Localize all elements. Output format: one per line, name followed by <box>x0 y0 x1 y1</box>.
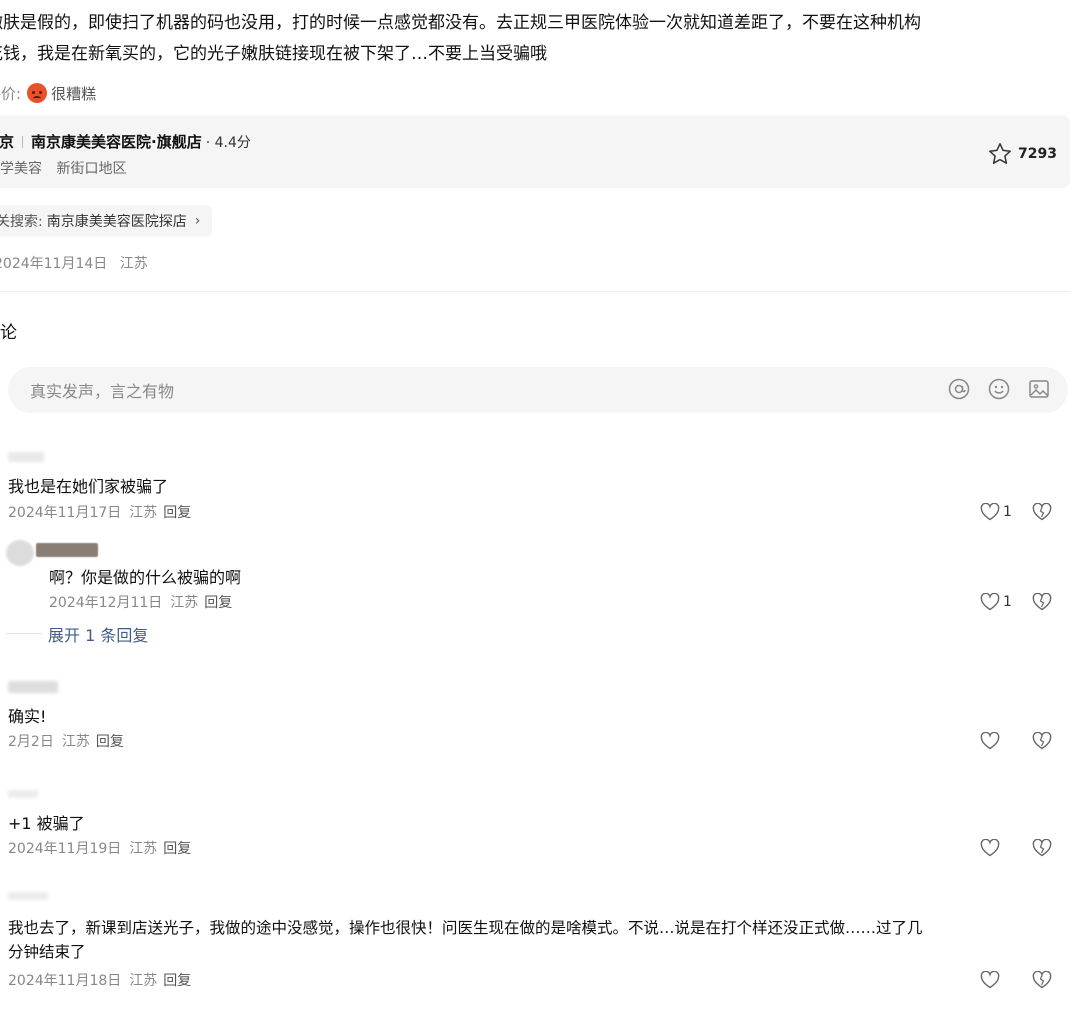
angry-face-icon <box>27 83 48 103</box>
shop-title[interactable]: 南京 南京康美美容医院·旗舰店 · 4.4分 <box>0 131 251 152</box>
heart-icon <box>980 839 1000 857</box>
dislike-button[interactable] <box>1032 839 1052 857</box>
shop-area: 新街口地区 <box>56 161 127 177</box>
post-body: 嫩肤是假的，即使扫了机器的码也没用，打的时候一点感觉都没有。去正规三甲医院体验一… <box>0 8 1080 70</box>
broken-heart-icon <box>1032 503 1052 521</box>
avatar[interactable] <box>8 452 44 462</box>
like-button[interactable]: 1 <box>980 503 1012 521</box>
comment-text: 我也是在她们家被骗了 <box>8 477 169 496</box>
reply-button[interactable]: 回复 <box>204 595 232 611</box>
comment-meta: 2024年11月17日 江苏 回复 <box>8 502 191 522</box>
comment-meta: 2024年11月18日 江苏 回复 <box>8 970 191 990</box>
post-meta: 2024年11月14日 江苏 <box>0 253 148 273</box>
broken-heart-icon <box>1032 593 1052 611</box>
at-icon[interactable] <box>948 378 970 400</box>
comments-title: 评论 <box>0 323 17 343</box>
heart-icon <box>980 503 1000 521</box>
related-search-query: 南京康美美容医院探店 <box>46 214 187 230</box>
post-date: 2024年11月14日 <box>0 256 108 272</box>
avatar[interactable] <box>8 892 48 900</box>
divider <box>22 135 24 148</box>
shop-city: 南京 <box>0 133 15 151</box>
shop-name: 南京康美美容医院·旗舰店 <box>31 133 202 151</box>
like-count: 1 <box>1003 594 1012 610</box>
expand-divider <box>6 633 42 634</box>
heart-icon <box>980 732 1000 750</box>
post-text-line1: 嫩肤是假的，即使扫了机器的码也没用，打的时候一点感觉都没有。去正规三甲医院体验一… <box>0 13 921 33</box>
comment-location: 江苏 <box>61 734 90 750</box>
related-search-chip[interactable]: 相关搜索: 南京康美美容医院探店 › <box>0 205 213 237</box>
like-count: 1 <box>1003 504 1012 520</box>
comment-text: 我也去了，新课到店送光子，我做的途中没感觉，操作也很快！问医生现在做的是啥模式。… <box>8 916 1078 964</box>
comment-location: 江苏 <box>170 595 199 611</box>
like-button[interactable] <box>980 839 1000 857</box>
dislike-button[interactable] <box>1032 503 1052 521</box>
comment-text-line2: 分钟结束了 <box>8 943 86 961</box>
broken-heart-icon <box>1032 839 1052 857</box>
comment-date: 2月2日 <box>8 734 54 750</box>
dislike-button[interactable] <box>1032 593 1052 611</box>
rating-row: 评价: 很糟糕 <box>0 82 96 104</box>
favorite-button[interactable]: 7293 <box>988 142 1057 165</box>
image-icon[interactable] <box>1028 378 1050 400</box>
like-button[interactable]: 1 <box>980 593 1012 611</box>
comment-date: 2024年12月11日 <box>49 595 163 611</box>
comment-date: 2024年11月19日 <box>8 841 122 857</box>
username-blurred <box>36 543 98 557</box>
comment-meta: 2024年11月19日 江苏 回复 <box>8 838 191 858</box>
shop-score: · 4.4分 <box>205 134 251 151</box>
comment-date: 2024年11月18日 <box>8 973 122 989</box>
comment-input-bar[interactable] <box>8 367 1068 415</box>
smile-icon[interactable] <box>988 378 1010 400</box>
rating-value: 很糟糕 <box>51 84 97 103</box>
post-text-line2: 花钱，我是在新氧买的，它的光子嫩肤链接现在被下架了…不要上当受骗哦 <box>0 44 547 64</box>
comment-text: +1 被骗了 <box>8 814 85 833</box>
rating-label: 评价: <box>0 84 22 103</box>
avatar[interactable] <box>8 681 58 693</box>
comment-text-line1: 我也去了，新课到店送光子，我做的途中没感觉，操作也很快！问医生现在做的是啥模式。… <box>8 919 923 937</box>
avatar[interactable] <box>6 540 34 566</box>
reply-button[interactable]: 回复 <box>163 841 191 857</box>
comment-text: 啊？你是做的什么被骗的啊 <box>49 568 242 587</box>
post-location: 江苏 <box>119 256 148 272</box>
avatar[interactable] <box>8 790 38 798</box>
related-search-label: 相关搜索: <box>0 214 43 230</box>
like-button[interactable] <box>980 971 1000 989</box>
comment-text: 确实! <box>8 707 47 726</box>
reply-button[interactable]: 回复 <box>163 505 191 521</box>
comment-meta: 2024年12月11日 江苏 回复 <box>49 592 232 612</box>
favorite-count: 7293 <box>1018 145 1057 162</box>
comment-location: 江苏 <box>129 841 158 857</box>
reply-button[interactable]: 回复 <box>163 973 191 989</box>
dislike-button[interactable] <box>1032 732 1052 750</box>
shop-category: 医学美容 <box>0 161 42 177</box>
comment-location: 江苏 <box>129 505 158 521</box>
expand-replies-button[interactable]: 展开 1 条回复 <box>48 622 148 646</box>
broken-heart-icon <box>1032 971 1052 989</box>
comment-date: 2024年11月17日 <box>8 505 122 521</box>
comment-location: 江苏 <box>129 973 158 989</box>
star-icon <box>989 143 1011 164</box>
chevron-right-icon: › <box>194 213 201 229</box>
heart-icon <box>980 593 1000 611</box>
shop-tags: 医学美容 新街口地区 <box>0 158 136 178</box>
like-button[interactable] <box>980 732 1000 750</box>
reply-button[interactable]: 回复 <box>96 734 124 750</box>
dislike-button[interactable] <box>1032 971 1052 989</box>
comment-meta: 2月2日 江苏 回复 <box>8 731 124 751</box>
heart-icon <box>980 971 1000 989</box>
comment-input[interactable] <box>28 367 832 415</box>
section-divider <box>0 291 1070 292</box>
broken-heart-icon <box>1032 732 1052 750</box>
